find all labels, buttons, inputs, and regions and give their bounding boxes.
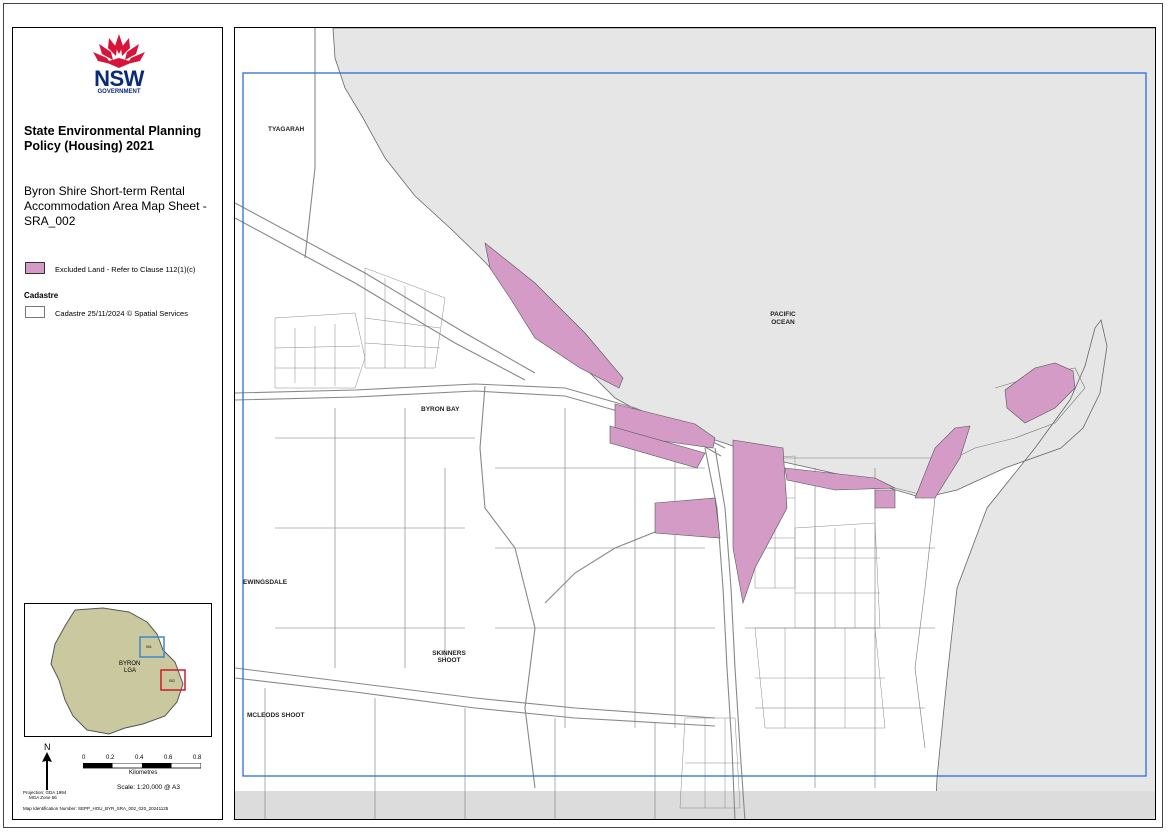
nsw-wordmark: NSW bbox=[94, 66, 144, 91]
north-label: N bbox=[44, 742, 51, 752]
label-pacific-ocean-1: PACIFIC bbox=[770, 311, 796, 318]
label-pacific-ocean-2: OCEAN bbox=[771, 319, 795, 326]
inset-lga-label-2: LGA bbox=[124, 668, 137, 674]
cadastre-label: Cadastre 25/11/2024 © Spatial Services bbox=[55, 309, 188, 318]
label-ewingsdale: EWINGSDALE bbox=[243, 579, 288, 586]
excluded-land-town-south bbox=[654, 497, 721, 539]
inset-sheet-002-label: 002 bbox=[169, 679, 175, 683]
scale-tick-4: 0.8 bbox=[193, 755, 202, 761]
map-title: State Environmental Planning Policy (Hou… bbox=[24, 124, 202, 153]
inset-location-map: BYRON LGA 001 002 bbox=[24, 603, 212, 737]
scale-tick-3: 0.6 bbox=[164, 755, 173, 761]
waratah-logo-icon bbox=[93, 34, 145, 68]
scale-tick-0: 0 bbox=[82, 755, 86, 761]
government-wordmark: GOVERNMENT bbox=[97, 89, 141, 95]
scale-bar bbox=[83, 763, 201, 769]
north-arrow-icon bbox=[42, 752, 52, 790]
inset-lga-label-1: BYRON bbox=[119, 661, 141, 667]
scale-text: Scale: 1:20,000 @ A3 bbox=[117, 784, 180, 791]
scale-tick-1: 0.2 bbox=[106, 755, 115, 761]
cadastre-heading: Cadastre bbox=[24, 291, 59, 300]
excluded-land-label: Excluded Land - Refer to Clause 112(1)(c… bbox=[55, 265, 196, 274]
scale-units: Kilometres bbox=[129, 770, 158, 776]
legend-panel: NSW GOVERNMENT State Environmental Plann… bbox=[12, 27, 223, 820]
cadastre-swatch bbox=[25, 306, 45, 318]
map-panel: TYAGARAH PACIFIC OCEAN BYRON BAY EWINGSD… bbox=[234, 27, 1156, 820]
label-tyagarah: TYAGARAH bbox=[268, 126, 305, 133]
projection-line-2: MGA Zone 56 bbox=[29, 795, 57, 800]
inset-map-graphic bbox=[50, 607, 186, 735]
label-skinners-shoot-2: SHOOT bbox=[437, 657, 461, 664]
byron-lga-shape bbox=[50, 607, 184, 735]
scale-tick-2: 0.4 bbox=[135, 755, 144, 761]
excluded-land-small bbox=[874, 489, 896, 509]
excluded-land-swatch bbox=[25, 262, 45, 274]
label-byron-bay: BYRON BAY bbox=[421, 406, 460, 413]
map-id-number: Map Identification Number: SEPP_HOU_BYR_… bbox=[23, 806, 169, 811]
inset-sheet-001-label: 001 bbox=[146, 645, 152, 649]
map-subtitle: Byron Shire Short-term Rental Accommodat… bbox=[24, 184, 207, 228]
label-mcleods-shoot: MCLEODS SHOOT bbox=[247, 712, 305, 719]
cadastre-map bbox=[235, 28, 1155, 819]
